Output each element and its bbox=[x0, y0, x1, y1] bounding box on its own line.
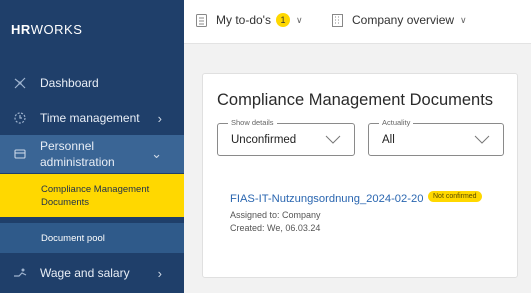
sidebar-subitem-label: Document pool bbox=[41, 232, 105, 244]
chevron-down-icon: ⌄ bbox=[151, 146, 162, 161]
clock-icon bbox=[12, 110, 28, 126]
sidebar-item-personnel-administration[interactable]: Personnel administration ⌄ bbox=[0, 135, 184, 173]
checklist-icon bbox=[196, 14, 207, 27]
actuality-legend: Actuality bbox=[379, 118, 414, 127]
show-details-value: Unconfirmed bbox=[231, 134, 297, 146]
sidebar-item-label: Time management bbox=[40, 111, 140, 125]
show-details-legend: Show details bbox=[228, 118, 277, 127]
chevron-down-icon bbox=[474, 135, 490, 144]
chevron-down-icon: ∨ bbox=[460, 14, 467, 25]
building-icon bbox=[332, 14, 343, 27]
sidebar-item-dashboard[interactable]: Dashboard bbox=[0, 73, 184, 93]
card-title: Compliance Management Documents bbox=[217, 91, 494, 109]
company-overview-label: Company overview bbox=[352, 13, 455, 27]
sidebar-item-time-management[interactable]: Time management › bbox=[0, 108, 184, 128]
actuality-value: All bbox=[382, 134, 395, 146]
todo-count-badge: 1 bbox=[275, 13, 290, 27]
sidebar: HRWORKS Dashboard Time management › Pers… bbox=[0, 0, 184, 293]
chevron-down-icon: ∨ bbox=[295, 14, 303, 25]
document-list-item: FIAS-IT-Nutzungsordnung_2024-02-20 Not c… bbox=[230, 189, 510, 235]
dashboard-icon bbox=[12, 75, 28, 91]
sidebar-item-wage-and-salary[interactable]: Wage and salary › bbox=[0, 263, 184, 283]
sidebar-subitem-label: Compliance Management Documents bbox=[41, 183, 150, 208]
sidebar-subitem-compliance-documents[interactable]: Compliance Management Documents bbox=[0, 174, 184, 217]
todo-label: My to-do's bbox=[216, 13, 271, 27]
logo-rest: WORKS bbox=[30, 22, 83, 37]
compliance-documents-card: Compliance Management Documents Show det… bbox=[202, 73, 518, 278]
document-assigned: Assigned to: Company bbox=[230, 210, 321, 220]
top-bar: My to-do's 1 ∨ Company overview ∨ bbox=[184, 0, 531, 44]
sidebar-item-label: Dashboard bbox=[40, 76, 99, 90]
status-badge: Not confirmed bbox=[428, 191, 482, 202]
hrworks-logo[interactable]: HRWORKS bbox=[11, 22, 82, 37]
sidebar-item-label: Wage and salary bbox=[40, 266, 130, 280]
logo-bold: HR bbox=[11, 22, 31, 37]
folder-icon bbox=[12, 146, 28, 162]
actuality-select[interactable]: Actuality All bbox=[368, 118, 504, 156]
show-details-select[interactable]: Show details Unconfirmed bbox=[217, 118, 355, 156]
document-created: Created: We, 06.03.24 bbox=[230, 223, 321, 233]
chevron-right-icon: › bbox=[157, 265, 162, 281]
document-link[interactable]: FIAS-IT-Nutzungsordnung_2024-02-20 bbox=[230, 193, 426, 206]
sidebar-subitem-document-pool[interactable]: Document pool bbox=[0, 223, 184, 253]
chevron-down-icon bbox=[325, 135, 341, 144]
wage-icon bbox=[12, 265, 28, 281]
sidebar-item-label: Personnel administration bbox=[40, 139, 115, 169]
company-overview-dropdown[interactable]: Company overview ∨ bbox=[332, 13, 467, 27]
todo-dropdown[interactable]: My to-do's 1 ∨ bbox=[196, 13, 303, 27]
chevron-right-icon: › bbox=[157, 110, 162, 126]
